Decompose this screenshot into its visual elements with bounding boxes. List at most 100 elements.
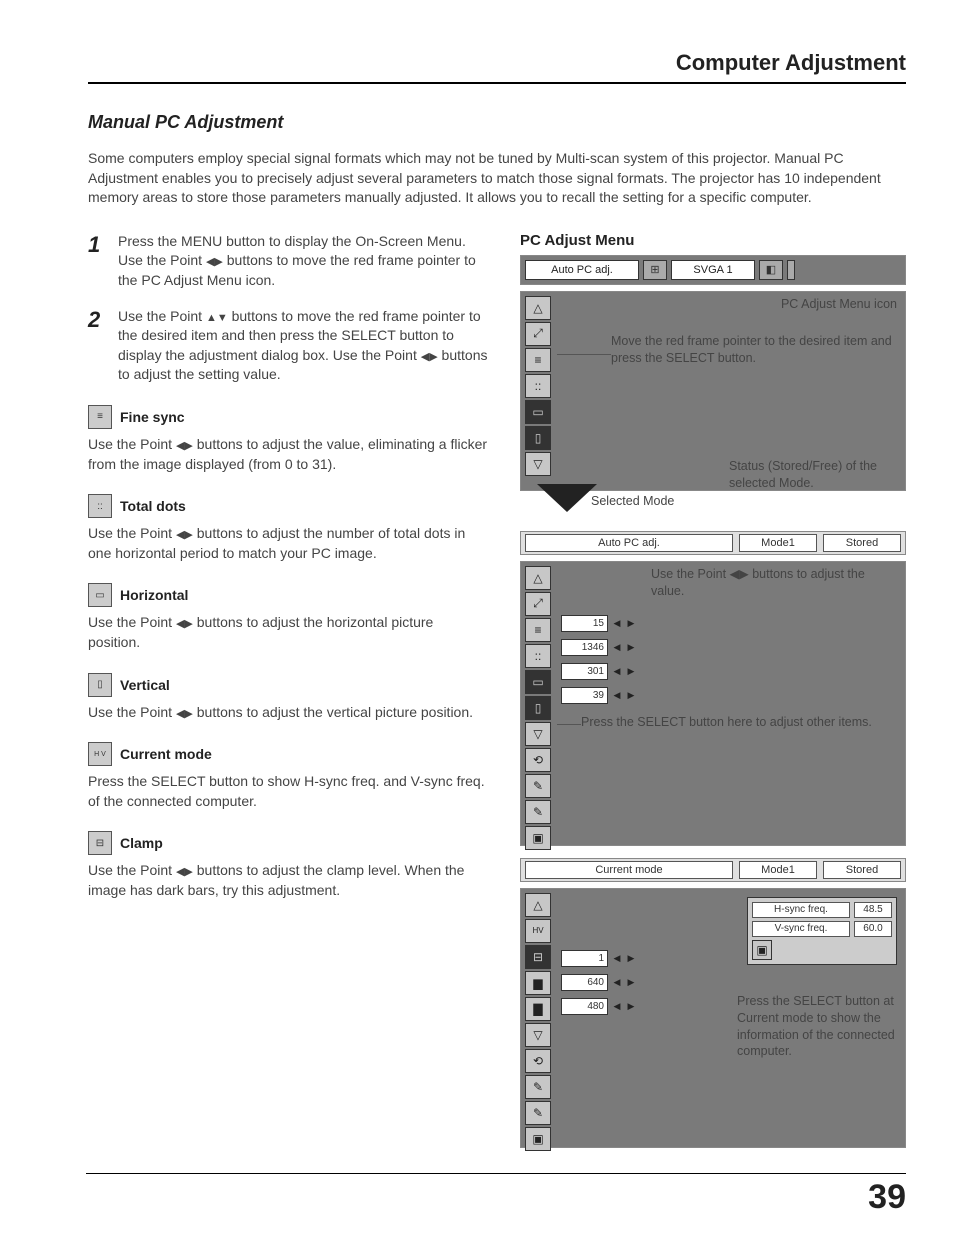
mode-free-icon: ✎ xyxy=(525,774,551,798)
total-dots-icon: :: xyxy=(525,644,551,668)
step-text: Press the MENU button to display the On-… xyxy=(118,232,488,291)
status-current-mode: Current mode xyxy=(525,861,733,879)
dec-icon: ◀ xyxy=(612,617,622,631)
text: Use the Point xyxy=(88,614,176,630)
intro-text: Some computers employ special signal for… xyxy=(88,149,906,208)
inc-icon: ▶ xyxy=(626,976,636,990)
reset-icon: ⟲ xyxy=(525,1049,551,1073)
current-mode-icon: H V xyxy=(88,742,112,766)
item-title: Vertical xyxy=(120,677,170,693)
fine-sync-icon: ≡ xyxy=(525,348,551,372)
vertical-icon: ▯ xyxy=(525,426,551,450)
item-clamp: ⊟ Clamp Use the Point ◀▶ buttons to adju… xyxy=(88,831,488,900)
dec-icon: ◀ xyxy=(612,641,622,655)
v-sync-value: 60.0 xyxy=(854,921,892,937)
item-desc: Use the Point ◀▶ buttons to adjust the v… xyxy=(88,435,488,474)
menu-icon: ◧ xyxy=(759,260,783,280)
point-lr-icon: ◀▶ xyxy=(176,707,193,722)
status-stored: Stored xyxy=(823,534,901,552)
step-text: Use the Point ▲▼ buttons to move the red… xyxy=(118,307,488,385)
freq-info-box: H-sync freq. 48.5 V-sync freq. 60.0 ▣ xyxy=(747,897,897,965)
menu-mode: SVGA 1 xyxy=(671,260,755,280)
status-bar-1: Auto PC adj. Mode1 Stored xyxy=(520,531,906,555)
label-status: Status (Stored/Free) of the selected Mod… xyxy=(729,458,899,492)
inc-icon: ▶ xyxy=(626,641,636,655)
step-number: 1 xyxy=(88,232,118,291)
fine-sync-icon: ≡ xyxy=(525,618,551,642)
value-row: 640 ◀ ▶ xyxy=(561,971,901,995)
scroll-up-icon: △ xyxy=(525,566,551,590)
quit-icon: ▣ xyxy=(525,1127,551,1151)
value-row: 1346 ◀ ▶ xyxy=(561,636,901,660)
dec-icon: ◀ xyxy=(612,665,622,679)
status-mode: Mode1 xyxy=(739,861,817,879)
vertical-icon: ▯ xyxy=(525,696,551,720)
display-area-h-icon: ▆ xyxy=(525,971,551,995)
inc-icon: ▶ xyxy=(626,952,636,966)
step-2: 2 Use the Point ▲▼ buttons to move the r… xyxy=(88,307,488,385)
side-icons: △ ⤢ ≡ :: ▭ ▯ ▽ ⟲ ✎ ✎ ▣ xyxy=(525,566,551,850)
panel-2: △ ⤢ ≡ :: ▭ ▯ ▽ ⟲ ✎ ✎ ▣ Use the Point ◀▶ … xyxy=(520,561,906,846)
mode-free-icon: ✎ xyxy=(525,1075,551,1099)
status-bar-2: Current mode Mode1 Stored xyxy=(520,858,906,882)
label-adjust-value: Use the Point ◀▶ buttons to adjust the v… xyxy=(651,566,901,600)
point-lr-icon: ◀▶ xyxy=(176,528,193,543)
horizontal-icon: ▭ xyxy=(525,670,551,694)
scroll-down-icon: ▽ xyxy=(525,452,551,476)
item-desc: Press the SELECT button to show H-sync f… xyxy=(88,772,488,811)
h-sync-value: 48.5 xyxy=(854,902,892,918)
item-fine-sync: ≡ Fine sync Use the Point ◀▶ buttons to … xyxy=(88,405,488,474)
right-title: PC Adjust Menu xyxy=(520,232,906,249)
point-lr-icon: ◀▶ xyxy=(176,617,193,632)
text: buttons to adjust the vertical picture p… xyxy=(193,704,473,720)
horizontal-icon: ▭ xyxy=(525,400,551,424)
inc-icon: ▶ xyxy=(626,617,636,631)
point-ud-icon: ▲▼ xyxy=(206,311,228,326)
text: Use the Point xyxy=(88,862,176,878)
item-horizontal: ▭ Horizontal Use the Point ◀▶ buttons to… xyxy=(88,583,488,652)
step-1: 1 Press the MENU button to display the O… xyxy=(88,232,488,291)
inc-icon: ▶ xyxy=(626,689,636,703)
item-total-dots: :: Total dots Use the Point ◀▶ buttons t… xyxy=(88,494,488,563)
value-display-h: 640 xyxy=(561,974,608,991)
v-sync-label: V-sync freq. xyxy=(752,921,850,937)
dec-icon: ◀ xyxy=(612,976,622,990)
h-sync-label: H-sync freq. xyxy=(752,902,850,918)
item-desc: Use the Point ◀▶ buttons to adjust the h… xyxy=(88,613,488,652)
dec-icon: ◀ xyxy=(612,1000,622,1014)
inc-icon: ▶ xyxy=(626,1000,636,1014)
item-current-mode: H V Current mode Press the SELECT button… xyxy=(88,742,488,811)
value-fine-sync: 15 xyxy=(561,615,608,632)
total-dots-icon: :: xyxy=(525,374,551,398)
scroll-up-icon: △ xyxy=(525,893,551,917)
label-select-other: Press the SELECT button here to adjust o… xyxy=(581,714,901,731)
quit-icon: ▣ xyxy=(525,826,551,850)
page-header: Computer Adjustment xyxy=(88,50,906,84)
value-clamp: 1 xyxy=(561,950,608,967)
menu-icon xyxy=(787,260,795,280)
down-arrow-icon xyxy=(537,484,597,512)
item-title: Fine sync xyxy=(120,409,185,425)
auto-pc-icon: ⤢ xyxy=(525,322,551,346)
step-number: 2 xyxy=(88,307,118,385)
item-desc: Use the Point ◀▶ buttons to adjust the n… xyxy=(88,524,488,563)
value-display-v: 480 xyxy=(561,998,608,1015)
text: Use the Point xyxy=(118,308,206,324)
text: Use the Point xyxy=(88,525,176,541)
value-vertical: 39 xyxy=(561,687,608,704)
store-icon: ✎ xyxy=(525,800,551,824)
dec-icon: ◀ xyxy=(612,689,622,703)
item-desc: Use the Point ◀▶ buttons to adjust the v… xyxy=(88,703,488,723)
value-total-dots: 1346 xyxy=(561,639,608,656)
menu-auto-pc: Auto PC adj. xyxy=(525,260,639,280)
label-selected-mode: Selected Mode xyxy=(591,493,674,510)
display-area-v-icon: ▇ xyxy=(525,997,551,1021)
auto-pc-icon: ⤢ xyxy=(525,592,551,616)
status-mode: Mode1 xyxy=(739,534,817,552)
item-title: Total dots xyxy=(120,498,186,514)
point-lr-icon: ◀▶ xyxy=(206,255,223,270)
clamp-icon: ⊟ xyxy=(525,945,551,969)
section-title: Manual PC Adjustment xyxy=(88,112,906,133)
value-horizontal: 301 xyxy=(561,663,608,680)
side-icons: △ ⤢ ≡ :: ▭ ▯ ▽ xyxy=(525,296,551,476)
